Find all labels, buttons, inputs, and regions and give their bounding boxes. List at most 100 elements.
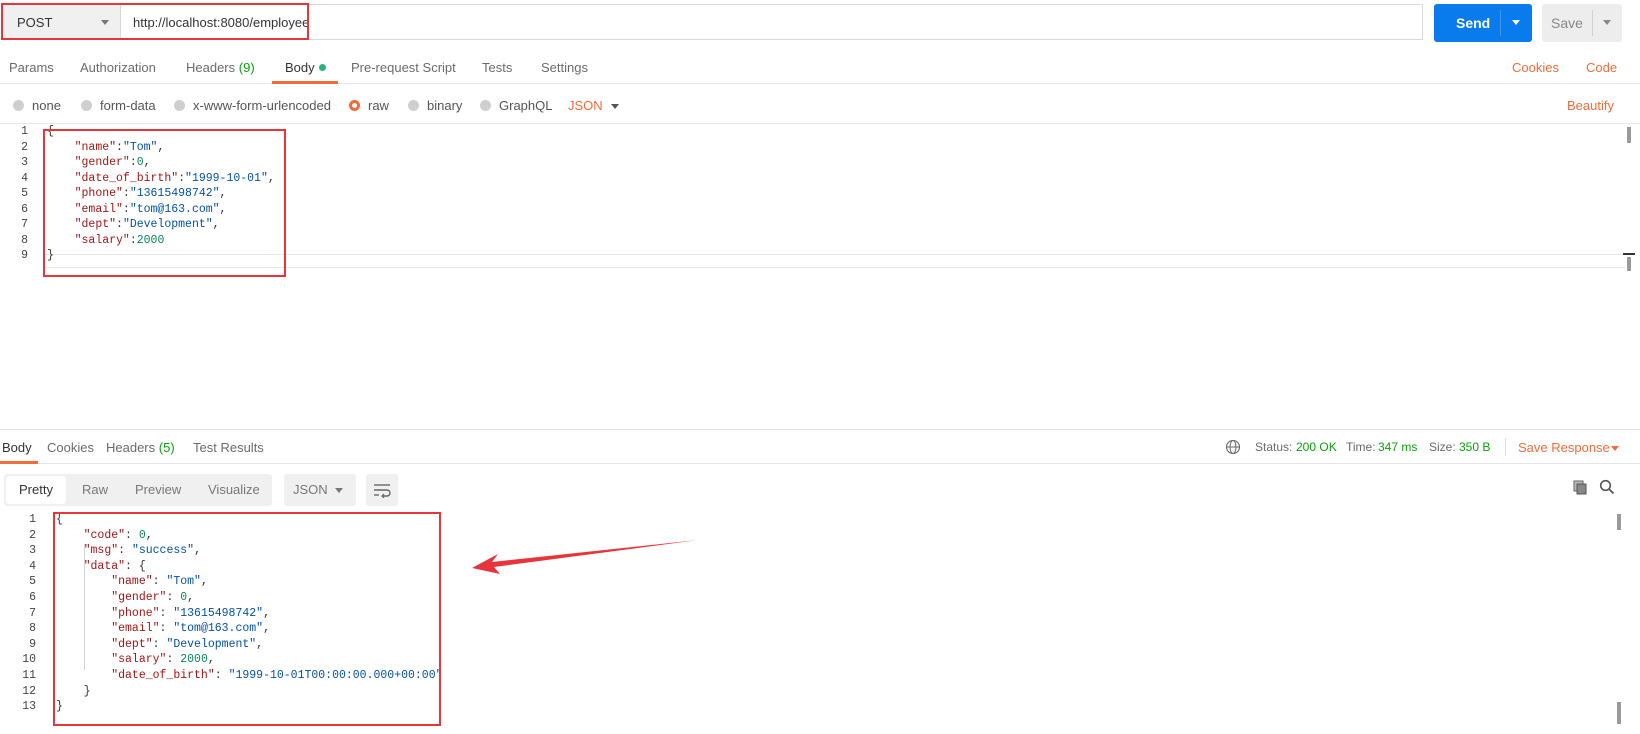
response-line-number: 4 [29,559,36,573]
tab-headers-label: Headers [186,60,236,75]
resp-tab-body[interactable]: Body [2,440,32,455]
request-line-number: 7 [21,218,28,231]
search-icon[interactable] [1599,479,1615,498]
response-code-line: } [56,684,91,698]
request-line-number: 4 [21,171,28,185]
radio-graphql-label: GraphQL [499,98,553,113]
copy-icon[interactable] [1573,480,1588,498]
response-code-line: { [56,513,63,526]
method-value: POST [17,15,53,30]
request-line-number: 1 [21,125,28,138]
response-scrollbar-lower[interactable] [1617,702,1621,724]
method-select[interactable]: POST [2,4,120,40]
save-label: Save [1551,15,1583,31]
response-scrollbar[interactable] [1617,514,1621,530]
response-line-number: 6 [29,591,36,604]
tab-headers-count: (9) [238,60,255,75]
view-tab-preview[interactable]: Preview [135,482,181,497]
response-line-number: 1 [29,513,36,526]
request-code-line: "phone":"13615498742", [74,187,227,200]
radio-circle-icon [174,100,185,111]
send-options-chevron-icon[interactable] [1512,20,1520,25]
save-response-button[interactable]: Save Response [1518,440,1610,455]
radio-graphql[interactable]: GraphQL [480,98,552,113]
beautify-link[interactable]: Beautify [1567,98,1614,113]
radio-binary[interactable]: binary [408,98,462,113]
radio-none[interactable]: none [13,98,61,113]
response-code-line: "gender": 0, [111,591,195,604]
response-format-select[interactable]: JSON [284,474,356,506]
chevron-down-icon[interactable] [1611,446,1619,451]
radio-circle-icon [81,100,92,111]
overview-ruler-marker [1623,253,1635,255]
response-tabs: Body Cookies Headers (5) Test Results St… [0,430,1640,464]
editor-scrollbar[interactable] [1627,127,1631,143]
url-input[interactable]: http://localhost:8080/employee [120,4,1423,40]
resp-tab-test-results[interactable]: Test Results [193,440,264,455]
response-line-number: 2 [29,528,36,542]
body-type-row: none form-data x-www-form-urlencoded raw… [0,88,1640,124]
status-value: 200 OK [1296,440,1337,454]
view-tab-raw[interactable]: Raw [82,482,108,497]
save-options-chevron-icon[interactable] [1603,20,1611,25]
tab-body[interactable]: Body [285,60,326,75]
response-line-number: 9 [29,637,36,651]
tab-pre-request-script[interactable]: Pre-request Script [351,60,456,75]
response-body-viewer[interactable]: 1 {2 "code": 0, 3 "msg": "success", 4 "data… [0,512,1640,734]
cookies-link[interactable]: Cookies [1512,60,1559,75]
request-tabs: Params Authorization Headers (9) Body Pr… [0,50,1640,84]
radio-raw[interactable]: raw [349,98,389,113]
save-button[interactable]: Save [1542,4,1622,42]
request-line-number: 5 [21,187,28,200]
tab-tests[interactable]: Tests [482,60,512,75]
response-code-line: "email": "tom@163.com", [111,622,270,636]
request-code-line: } [47,249,54,262]
resp-tab-headers-label: Headers [106,440,156,455]
radio-urlencoded[interactable]: x-www-form-urlencoded [174,98,331,113]
tab-headers[interactable]: Headers (9) [186,60,255,75]
tab-settings[interactable]: Settings [541,60,588,75]
request-code-line: "date_of_birth":"1999-10-01", [74,171,275,185]
view-tab-visualize[interactable]: Visualize [208,482,260,497]
radio-urlencoded-label: x-www-form-urlencoded [193,98,331,113]
size-value: 350 B [1459,440,1491,454]
radio-raw-label: raw [368,98,389,113]
send-button[interactable]: Send [1434,4,1532,42]
tab-params[interactable]: Params [9,60,54,75]
response-code-line: } [56,700,63,714]
response-line-number: 13 [22,700,36,714]
view-tab-pretty[interactable]: Pretty [19,482,53,497]
editor-scrollbar-lower[interactable] [1627,257,1631,271]
wrap-lines-button[interactable] [366,474,398,506]
time-value: 347 ms [1378,440,1418,454]
tab-authorization[interactable]: Authorization [80,60,156,75]
body-format-select[interactable]: JSON [568,98,603,113]
request-code-line: "dept":"Development", [74,218,220,231]
body-indicator-dot [318,64,326,71]
code-link[interactable]: Code [1586,60,1617,75]
radio-circle-icon [408,100,419,111]
request-line-number: 8 [21,233,28,247]
response-code-line: "salary": 2000, [111,653,215,667]
radio-circle-icon [480,100,491,111]
response-code-line: "msg": "success", [83,544,201,558]
globe-icon[interactable] [1225,439,1241,458]
response-line-number: 10 [22,653,36,667]
status-separator [1505,438,1506,456]
response-code-line: "data": { [83,559,146,573]
request-body-editor[interactable]: 1 {2 "name":"Tom", 3 "gender":0, 4 "date_of… [0,125,1640,427]
wrap-lines-icon [373,482,391,501]
response-line-number: 3 [29,544,36,558]
resp-tab-headers[interactable]: Headers (5) [106,440,175,455]
resp-tab-cookies[interactable]: Cookies [47,440,94,455]
response-code-line: "date_of_birth": "1999-10-01T00:00:00.00… [111,669,443,682]
response-code-line: "dept": "Development", [111,637,264,651]
request-code-line: "name":"Tom", [74,140,165,154]
chevron-down-icon [335,488,343,493]
radio-form-data[interactable]: form-data [81,98,156,113]
chevron-down-icon [101,20,109,25]
response-line-number: 7 [29,606,36,620]
resp-tab-headers-count: (5) [158,440,175,455]
red-arrow-annotation [472,540,698,574]
request-code-line: "salary":2000 [74,233,165,247]
